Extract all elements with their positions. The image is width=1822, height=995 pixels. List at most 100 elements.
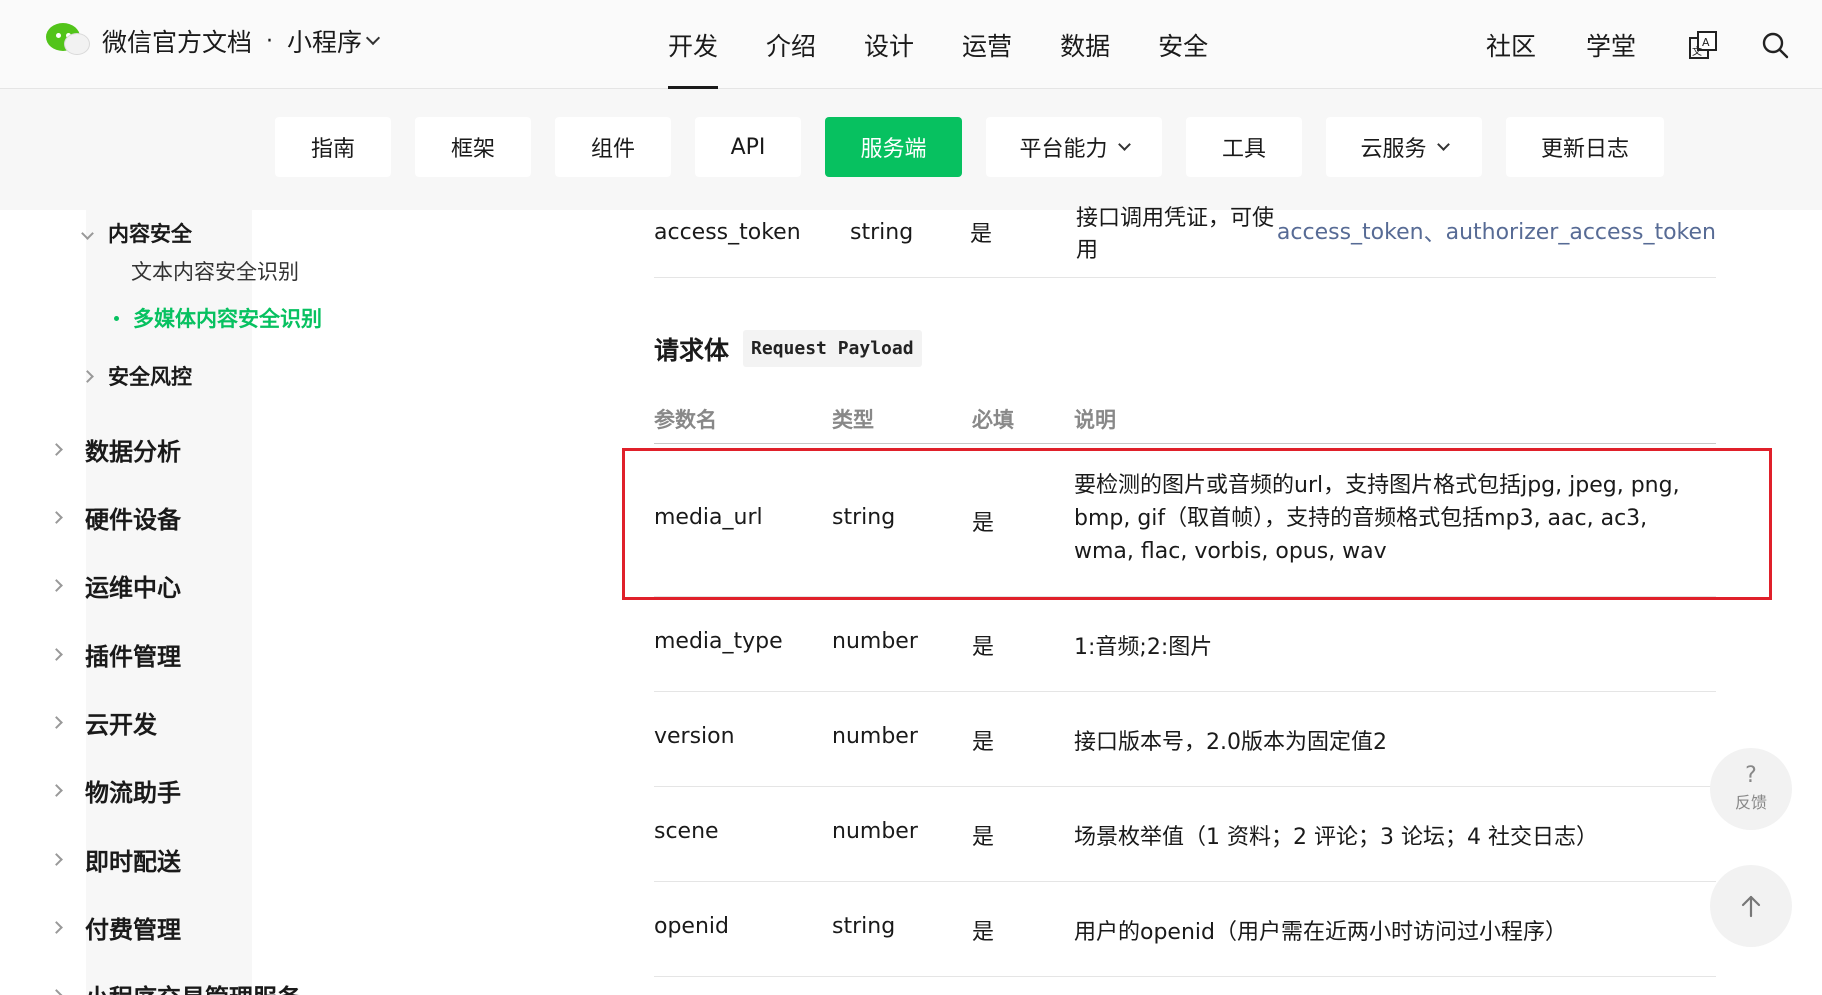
translate-icon[interactable]: A 文 (1686, 28, 1720, 62)
nav-intro[interactable]: 介绍 (766, 0, 816, 89)
chevron-down-icon (81, 226, 94, 240)
param-required: 是 (970, 222, 993, 247)
feedback-button[interactable]: ? 反馈 (1710, 748, 1792, 830)
nav-academy[interactable]: 学堂 (1586, 27, 1636, 63)
nav-security[interactable]: 安全 (1158, 0, 1208, 89)
desc-text: 接口调用凭证，可使用 (1076, 206, 1275, 263)
request-payload-heading: 请求体 Request Payload (654, 330, 922, 367)
sidebar-group-content-security[interactable]: 内容安全 (81, 218, 192, 248)
sidebar-item-label: 文本内容安全识别 (131, 260, 299, 284)
param-name: version (654, 724, 735, 749)
sidebar-section-hardware[interactable]: 硬件设备 (50, 500, 181, 535)
sidebar-group-risk-control[interactable]: 安全风控 (81, 361, 192, 391)
chevron-right-icon (50, 716, 63, 729)
tab-framework[interactable]: 框架 (415, 117, 531, 177)
tab-label: 组件 (590, 137, 635, 162)
sidebar-section-data-analysis[interactable]: 数据分析 (50, 432, 181, 467)
tab-label: API (730, 134, 766, 160)
tab-platform-capabilities[interactable]: 平台能力 (986, 117, 1162, 177)
chevron-right-icon (50, 648, 63, 661)
brand-title[interactable]: 微信官方文档 (102, 23, 252, 59)
back-to-top-button[interactable] (1710, 865, 1792, 947)
nav-data[interactable]: 数据 (1060, 0, 1110, 89)
chevron-down-icon (1117, 137, 1131, 151)
sidebar-section-plugins[interactable]: 插件管理 (50, 637, 181, 672)
tab-tools[interactable]: 工具 (1186, 117, 1302, 177)
brand[interactable]: 微信官方文档 · 小程序 (44, 19, 381, 63)
chevron-right-icon (50, 784, 63, 797)
sidebar-section-label: 小程序交易管理服务 (85, 978, 301, 995)
nav-operation[interactable]: 运营 (962, 0, 1012, 89)
link-separator: 、 (1423, 222, 1446, 247)
sidebar-section-payment[interactable]: 付费管理 (50, 910, 181, 945)
param-name: scene (654, 819, 719, 844)
sidebar-section-trade-management[interactable]: 小程序交易管理服务 (50, 978, 301, 995)
right-nav: 社区 学堂 A 文 (1486, 0, 1822, 89)
tab-label: 指南 (310, 137, 355, 162)
tab-components[interactable]: 组件 (555, 117, 671, 177)
param-description: 场景枚举值（1 资料；2 评论；3 论坛；4 社交日志） (1074, 825, 1598, 850)
sidebar-section-label: 即时配送 (85, 848, 181, 876)
top-header: 微信官方文档 · 小程序 开发 介绍 设计 运营 数据 安全 社区 学堂 A 文 (0, 0, 1822, 89)
feedback-label: 反馈 (1734, 793, 1767, 812)
sidebar: 内容安全 文本内容安全识别 多媒体内容安全识别 安全风控 数据分析 硬件设备 运… (0, 210, 510, 995)
table-row: media_type number 是 1:音频;2:图片 (654, 597, 1716, 692)
sidebar-section-cloud-dev[interactable]: 云开发 (50, 705, 157, 740)
wechat-logo-icon (44, 19, 92, 63)
sidebar-section-label: 物流助手 (85, 779, 181, 807)
param-type: number (832, 629, 918, 654)
tab-cloud-services[interactable]: 云服务 (1326, 117, 1482, 177)
sidebar-section-label: 插件管理 (85, 643, 181, 671)
chevron-right-icon (50, 989, 63, 995)
sidebar-section-label: 运维中心 (85, 574, 181, 602)
sidebar-section-label: 云开发 (85, 711, 157, 739)
authorizer-access-token-link[interactable]: authorizer_access_token (1446, 220, 1716, 245)
param-name: media_type (654, 629, 783, 654)
param-required: 是 (972, 635, 995, 660)
column-header-description: 说明 (1074, 408, 1116, 432)
tab-server[interactable]: 服务端 (825, 117, 962, 177)
main-content: access_token string 是 接口调用凭证，可使用 access_… (510, 206, 1822, 995)
nav-develop[interactable]: 开发 (668, 0, 719, 89)
sidebar-group-label: 安全风控 (108, 365, 192, 389)
tab-label: 平台能力 (1019, 137, 1108, 162)
param-required: 是 (972, 511, 995, 536)
tab-changelog[interactable]: 更新日志 (1506, 117, 1664, 177)
param-type: string (850, 219, 914, 245)
active-dot-icon (114, 315, 119, 321)
param-type: string (832, 914, 896, 939)
nav-community[interactable]: 社区 (1486, 27, 1536, 63)
sidebar-section-instant-delivery[interactable]: 即时配送 (50, 842, 181, 877)
param-required: 是 (972, 825, 995, 850)
table-row: scene number 是 场景枚举值（1 资料；2 评论；3 论坛；4 社交… (654, 787, 1716, 882)
access-token-link[interactable]: access_token (1277, 220, 1424, 245)
product-selector[interactable]: 小程序 (287, 23, 381, 59)
param-description: 要检测的图片或音频的url，支持图片格式包括jpg, jpeg, png, bm… (1074, 473, 1680, 564)
chevron-down-icon (365, 30, 381, 46)
sidebar-section-label: 付费管理 (85, 916, 181, 944)
param-description: 接口版本号，2.0版本为固定值2 (1074, 730, 1387, 755)
sidebar-item-media-security[interactable]: 多媒体内容安全识别 (114, 303, 322, 333)
tab-guide[interactable]: 指南 (275, 117, 391, 177)
column-header-required: 必填 (972, 408, 1014, 432)
param-required: 是 (972, 730, 995, 755)
sidebar-section-logistics[interactable]: 物流助手 (50, 773, 181, 808)
sub-nav: 指南 框架 组件 API 服务端 平台能力 工具 云服务 更新日志 (0, 89, 1822, 210)
tab-label: 工具 (1221, 137, 1266, 162)
query-param-row: access_token string 是 接口调用凭证，可使用 access_… (654, 206, 1716, 278)
sidebar-section-label: 硬件设备 (85, 506, 181, 534)
sidebar-group-label: 内容安全 (108, 222, 192, 246)
tab-api[interactable]: API (695, 117, 801, 177)
nav-design[interactable]: 设计 (864, 0, 914, 89)
sidebar-item-text-security[interactable]: 文本内容安全识别 (131, 256, 299, 286)
table-row: media_url string 是 要检测的图片或音频的url，支持图片格式包… (654, 445, 1716, 597)
sidebar-section-ops-center[interactable]: 运维中心 (50, 568, 181, 603)
tab-label: 云服务 (1360, 137, 1427, 162)
param-description: 用户的openid（用户需在近两小时访问过小程序） (1074, 920, 1567, 945)
chevron-right-icon (50, 579, 63, 592)
section-code-label: Request Payload (743, 330, 922, 367)
search-icon[interactable] (1758, 28, 1792, 62)
table-header: 参数名 类型 必填 说明 (654, 390, 1716, 444)
chevron-down-icon (1436, 137, 1450, 151)
section-title: 请求体 (654, 335, 730, 365)
